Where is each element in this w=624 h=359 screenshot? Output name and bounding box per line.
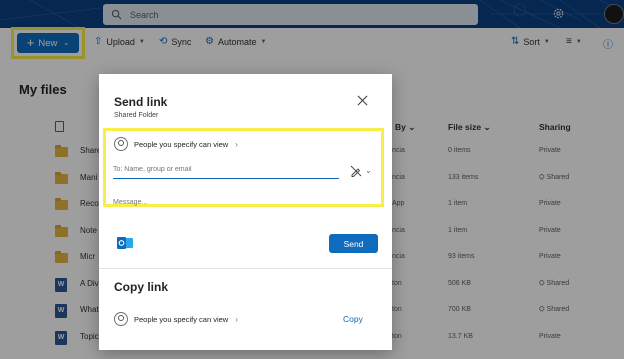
- send-button[interactable]: Send: [329, 234, 378, 253]
- recipients-input-field[interactable]: [113, 166, 339, 173]
- close-icon[interactable]: [357, 95, 368, 106]
- copy-permission-label: People you specify can view: [134, 314, 229, 324]
- dialog-subtitle: Shared Folder: [114, 112, 159, 119]
- message-input[interactable]: [113, 191, 373, 206]
- chevron-right-icon: ›: [235, 314, 238, 324]
- copy-link-title: Copy link: [114, 280, 169, 294]
- people-settings-icon: [114, 312, 128, 326]
- permission-label: People you specify can view: [134, 139, 229, 149]
- message-input-field[interactable]: [113, 199, 373, 206]
- people-settings-icon: [114, 137, 128, 151]
- recipients-input[interactable]: [113, 163, 339, 179]
- dialog-divider: [99, 268, 392, 269]
- link-permission-selector[interactable]: People you specify can view ›: [114, 137, 238, 151]
- chevron-down-icon[interactable]: ⌄: [365, 166, 372, 175]
- outlook-icon[interactable]: [117, 236, 133, 250]
- copy-link-permission-selector[interactable]: People you specify can view ›: [114, 312, 238, 326]
- edit-off-icon[interactable]: [350, 165, 362, 177]
- dialog-title: Send link: [114, 95, 168, 109]
- copy-button[interactable]: Copy: [343, 314, 363, 324]
- chevron-right-icon: ›: [235, 139, 238, 149]
- send-link-dialog: Send link Shared Folder People you speci…: [99, 74, 392, 350]
